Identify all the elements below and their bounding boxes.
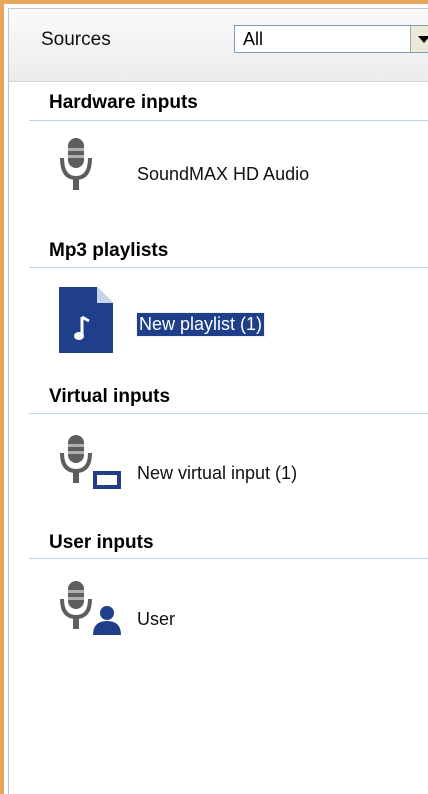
list-item-label: New virtual input (1) xyxy=(137,463,298,483)
list-item-playlist[interactable]: New playlist (1) xyxy=(29,279,428,359)
list-item-virtual-input[interactable]: New virtual input (1) xyxy=(29,433,428,513)
section-title-mp3-playlists: Mp3 playlists xyxy=(49,240,169,261)
virtual-microphone-icon xyxy=(60,435,121,489)
sources-filter-dropdown[interactable]: All xyxy=(234,25,428,53)
list-item-hardware-input[interactable]: SoundMAX HD Audio xyxy=(29,134,428,214)
playlist-file-icon xyxy=(59,287,113,353)
microphone-icon xyxy=(60,138,92,190)
chevron-down-icon[interactable] xyxy=(410,26,428,52)
section-divider xyxy=(29,267,428,268)
sources-panel: Sources All Hardware inputs SoundMAX HD … xyxy=(8,8,428,794)
section-divider xyxy=(29,558,428,559)
section-title-hardware-inputs: Hardware inputs xyxy=(49,92,198,113)
section-divider xyxy=(29,120,428,121)
list-item-user-input[interactable]: User xyxy=(29,579,428,659)
section-divider xyxy=(29,413,428,414)
section-title-user-inputs: User inputs xyxy=(49,532,154,553)
section-title-virtual-inputs: Virtual inputs xyxy=(49,386,171,407)
sources-header: Sources All xyxy=(9,9,428,82)
list-item-label: New playlist (1) xyxy=(135,312,266,337)
sources-panel-frame: Sources All Hardware inputs SoundMAX HD … xyxy=(0,0,428,794)
list-item-label: User xyxy=(137,609,176,629)
sources-label: Sources xyxy=(41,29,111,50)
list-item-label: SoundMAX HD Audio xyxy=(137,164,310,184)
sources-filter-value: All xyxy=(243,29,264,49)
user-microphone-icon xyxy=(60,581,121,635)
